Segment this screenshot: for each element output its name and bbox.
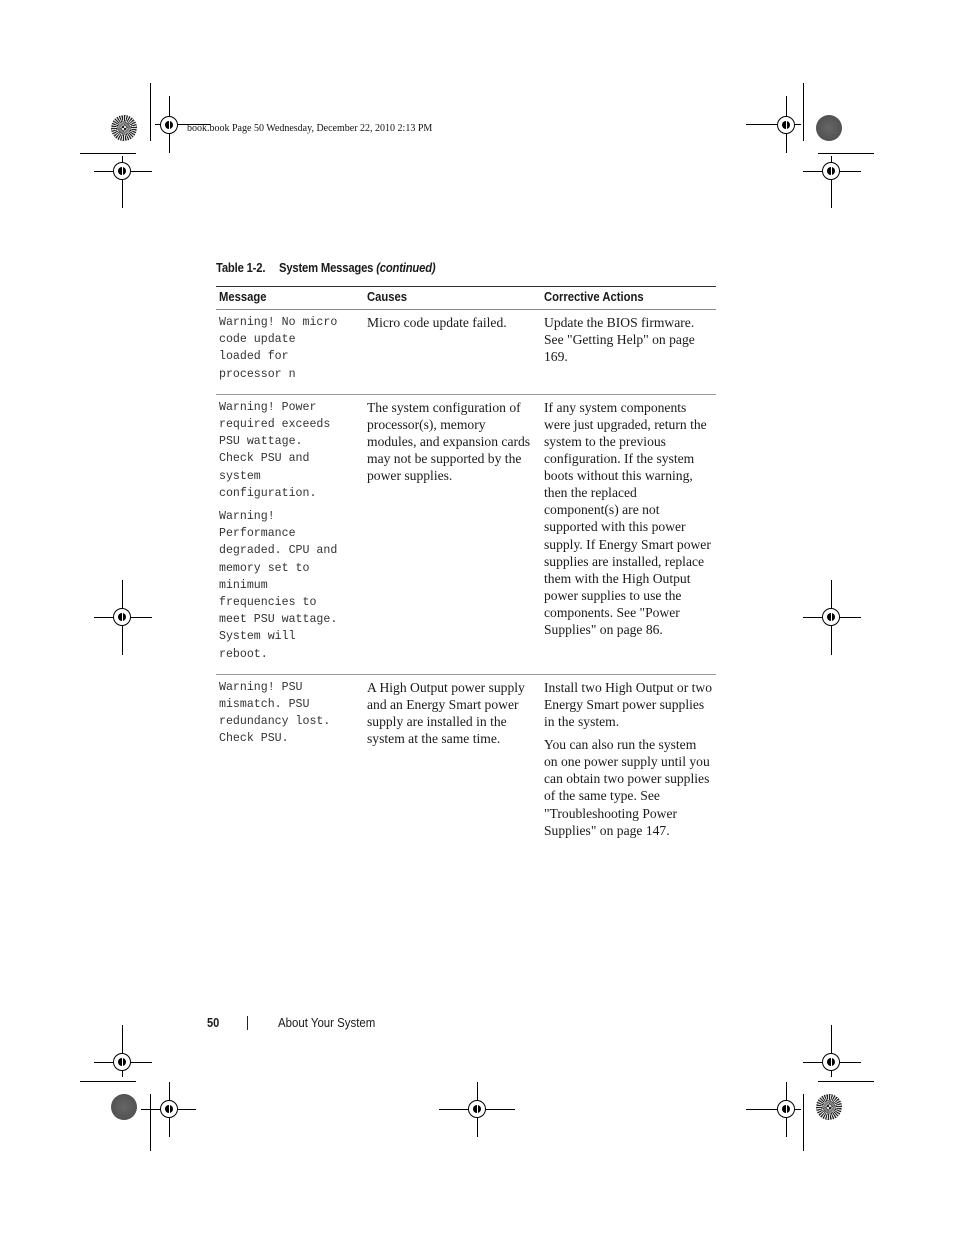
column-header-label: Causes bbox=[367, 290, 408, 304]
system-messages-table: Message Causes Corrective Actions Warnin… bbox=[216, 286, 716, 844]
column-header-label: Corrective Actions bbox=[544, 290, 644, 304]
table-caption: Table 1-2. System Messages (continued) bbox=[216, 261, 436, 275]
registration-mark-icon bbox=[113, 162, 131, 180]
crop-line bbox=[803, 1094, 804, 1151]
registration-mark-icon bbox=[160, 1100, 178, 1118]
footer-section-title: About Your System bbox=[278, 1015, 376, 1030]
crop-line bbox=[150, 1094, 151, 1151]
registration-mark-icon bbox=[777, 116, 795, 134]
crop-line bbox=[818, 153, 874, 154]
registration-mark-icon bbox=[822, 1053, 840, 1071]
corrective-action-text: Update the BIOS firmware. See "Getting H… bbox=[544, 315, 695, 365]
column-header-label: Message bbox=[219, 290, 267, 304]
crop-line bbox=[80, 1081, 136, 1082]
registration-mark-icon bbox=[822, 162, 840, 180]
message-cell: Warning! PSU mismatch. PSU redundancy lo… bbox=[216, 674, 364, 843]
print-slug-line: book.book Page 50 Wednesday, December 22… bbox=[187, 123, 433, 134]
table-row: Warning! No micro code update loaded for… bbox=[216, 309, 716, 395]
corrective-actions-cell: Install two High Output or two Energy Sm… bbox=[541, 674, 716, 843]
corrective-action-text: If any system components were just upgra… bbox=[544, 399, 711, 638]
registration-mark-icon bbox=[113, 608, 131, 626]
table-row: Warning! Power required exceeds PSU watt… bbox=[216, 394, 716, 675]
causes-cell: A High Output power supply and an Energy… bbox=[364, 674, 541, 843]
registration-mark-icon bbox=[113, 1053, 131, 1071]
color-registration-icon bbox=[111, 1094, 137, 1120]
column-header-corrective-actions: Corrective Actions bbox=[541, 286, 716, 310]
footer-divider bbox=[247, 1016, 248, 1030]
registration-mark-icon bbox=[468, 1100, 486, 1118]
color-registration-icon bbox=[816, 1094, 842, 1120]
page-number: 50 bbox=[207, 1015, 220, 1030]
registration-mark-icon bbox=[822, 608, 840, 626]
message-cell: Warning! Power required exceeds PSU watt… bbox=[216, 394, 364, 675]
message-text: Warning! Power required exceeds PSU watt… bbox=[219, 400, 331, 500]
causes-text: A High Output power supply and an Energy… bbox=[367, 679, 525, 747]
table-row: Warning! PSU mismatch. PSU redundancy lo… bbox=[216, 674, 716, 843]
causes-text: The system configuration of processor(s)… bbox=[367, 399, 531, 484]
crop-line bbox=[150, 83, 151, 141]
corrective-action-text: You can also run the system on one power… bbox=[544, 737, 710, 838]
message-cell: Warning! No micro code update loaded for… bbox=[216, 309, 364, 395]
registration-mark-icon bbox=[777, 1100, 795, 1118]
crop-line bbox=[80, 153, 136, 154]
continued-label: (continued) bbox=[376, 261, 436, 275]
causes-cell: Micro code update failed. bbox=[364, 309, 541, 395]
message-text: Warning! PSU mismatch. PSU redundancy lo… bbox=[219, 680, 331, 746]
crop-line bbox=[818, 1081, 874, 1082]
color-registration-icon bbox=[816, 115, 842, 141]
registration-mark-icon bbox=[160, 116, 178, 134]
corrective-actions-cell: If any system components were just upgra… bbox=[541, 394, 716, 675]
message-text: Warning! No micro code update loaded for… bbox=[219, 316, 338, 381]
corrective-actions-cell: Update the BIOS firmware. See "Getting H… bbox=[541, 309, 716, 395]
table-title: System Messages bbox=[279, 261, 374, 275]
causes-text: Micro code update failed. bbox=[367, 315, 507, 330]
table-number: Table 1-2. bbox=[216, 261, 266, 275]
message-text: Warning! Performance degraded. CPU and m… bbox=[219, 510, 338, 661]
causes-cell: The system configuration of processor(s)… bbox=[364, 394, 541, 675]
corrective-action-text: Install two High Output or two Energy Sm… bbox=[544, 679, 713, 730]
column-header-message: Message bbox=[216, 286, 364, 310]
crop-line bbox=[803, 83, 804, 141]
table-header-row: Message Causes Corrective Actions bbox=[216, 286, 716, 310]
column-header-causes: Causes bbox=[364, 286, 541, 310]
color-registration-icon bbox=[111, 115, 137, 141]
